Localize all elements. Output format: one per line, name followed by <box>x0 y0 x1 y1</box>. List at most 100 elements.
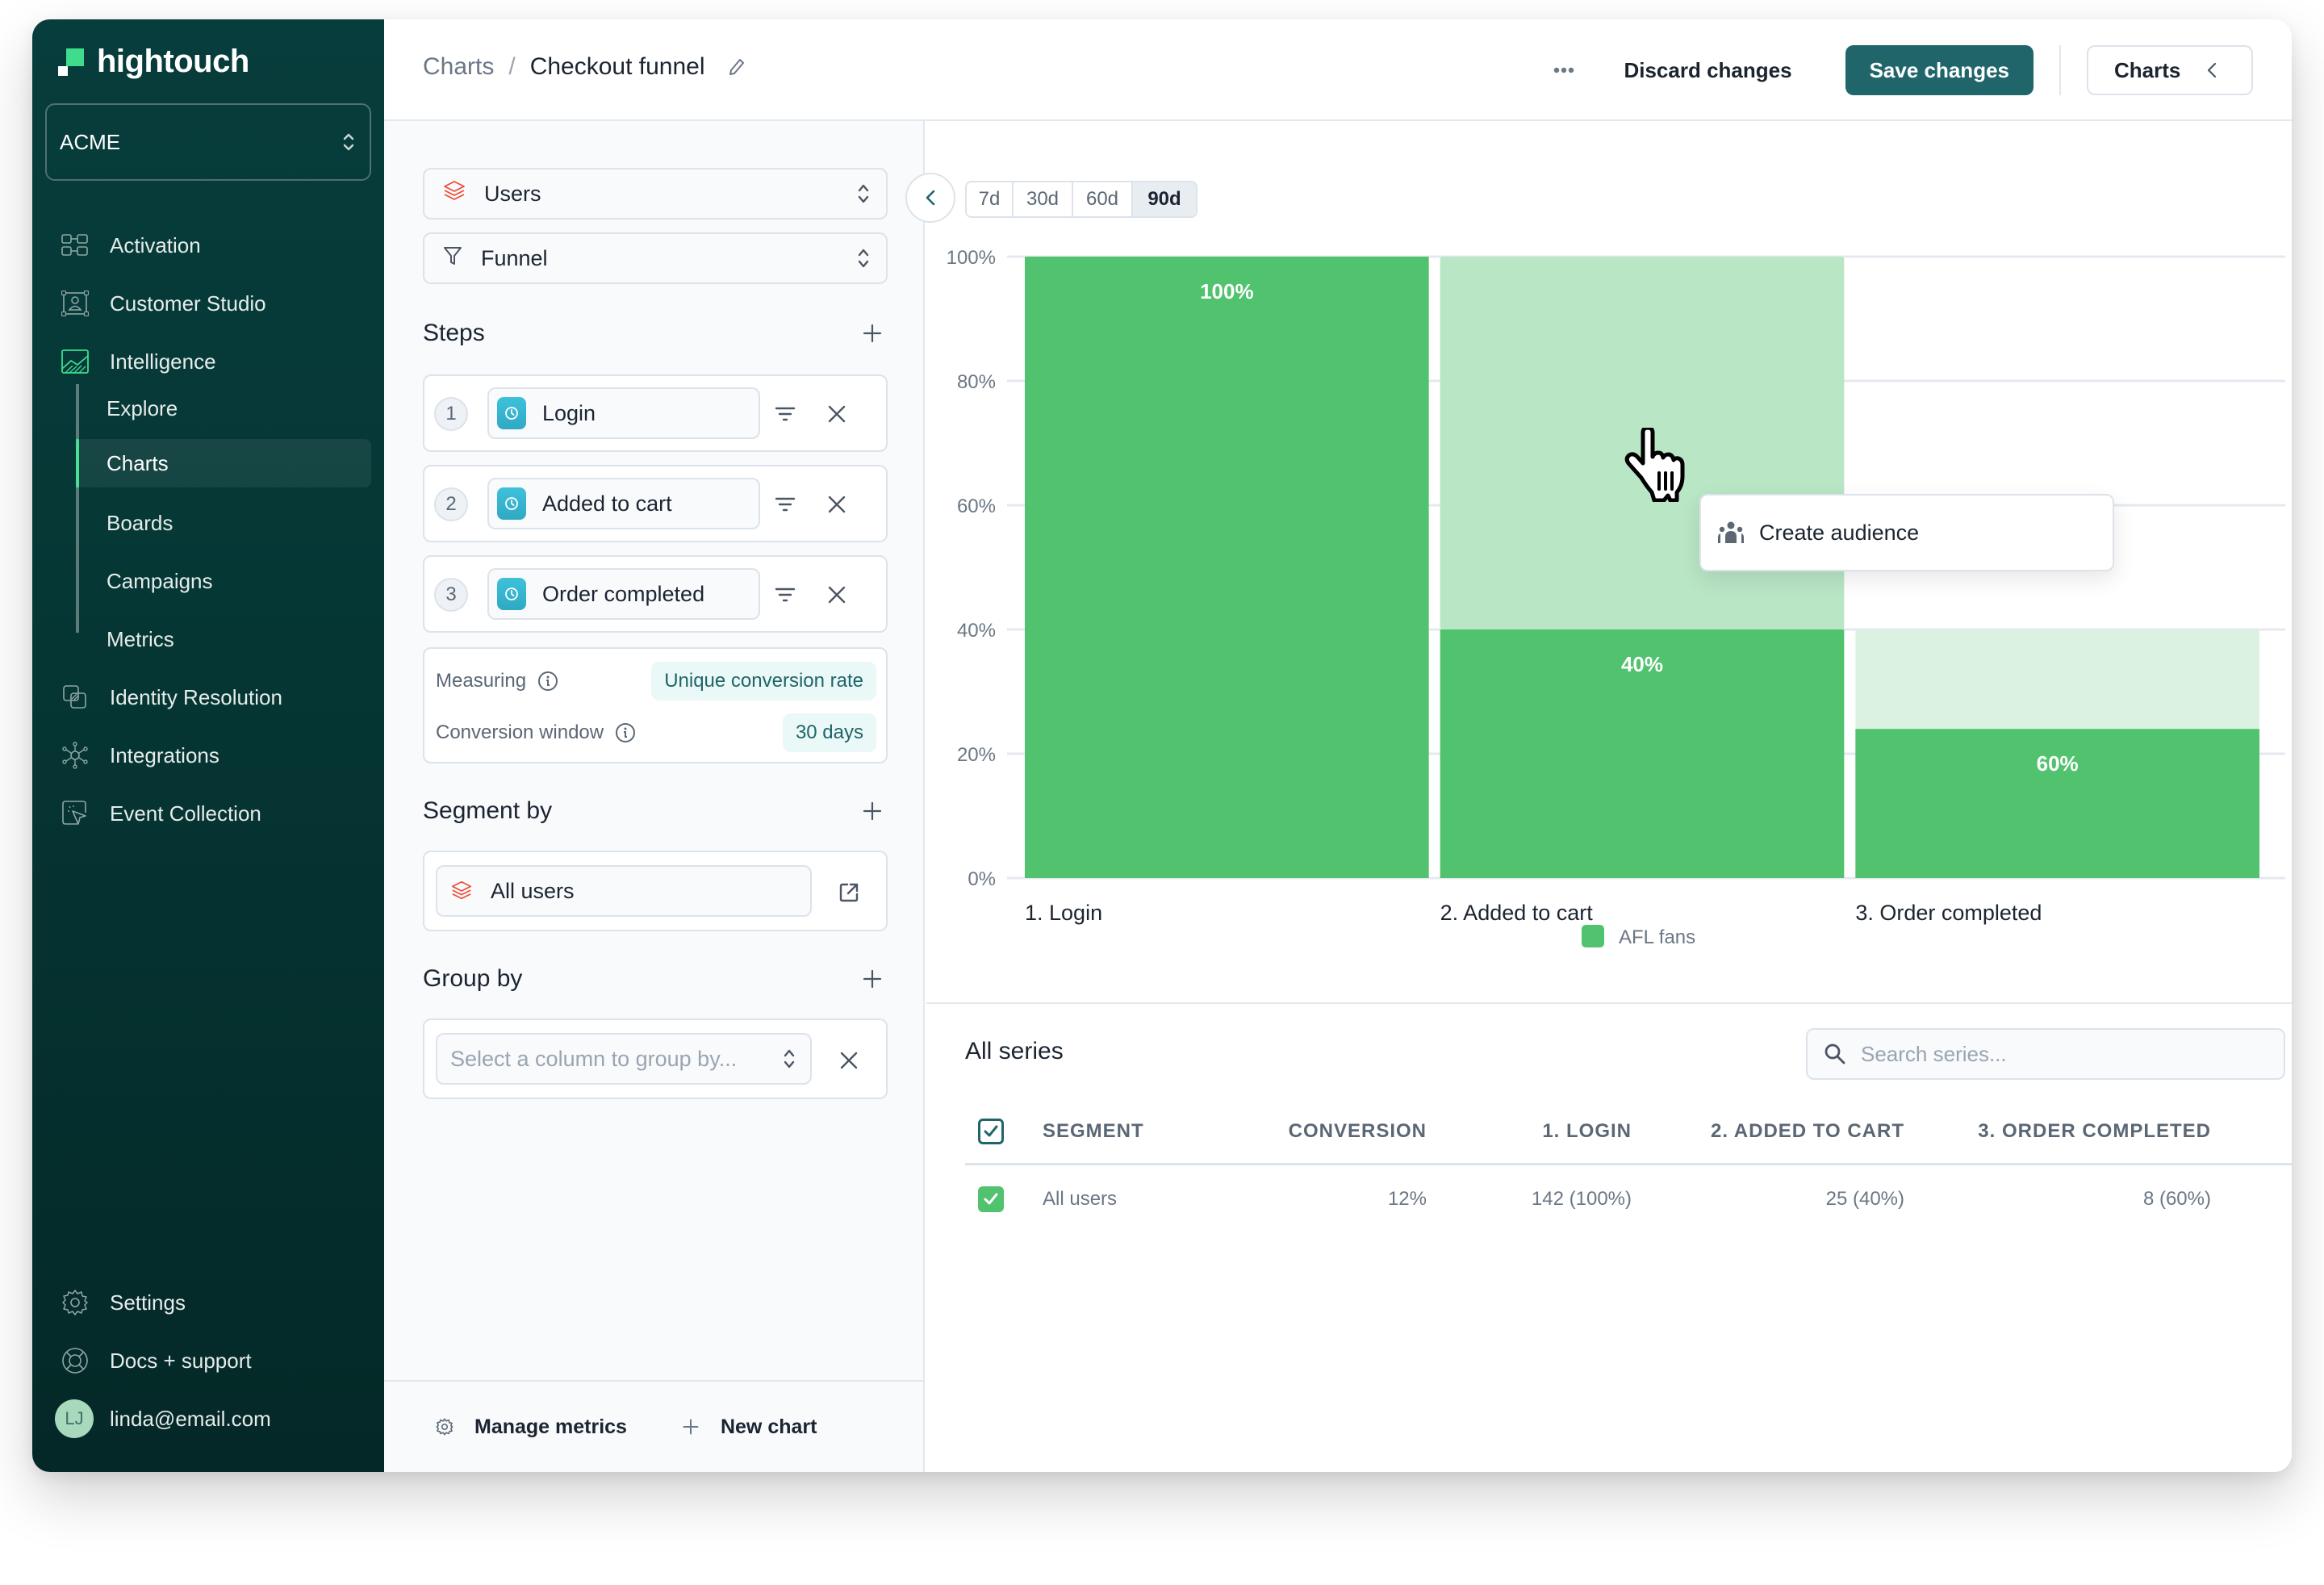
column-conversion[interactable]: CONVERSION <box>1289 1099 1427 1163</box>
measuring-select[interactable]: Unique conversion rate <box>651 662 876 700</box>
cell-login: 142 (100%) <box>1531 1188 1632 1210</box>
close-icon[interactable] <box>823 400 851 428</box>
chart-type-select[interactable]: Funnel <box>423 232 888 284</box>
sidebar-item-docs-support[interactable]: Docs + support <box>45 1336 371 1385</box>
column-added-to-cart[interactable]: 2. ADDED TO CART <box>1711 1099 1904 1163</box>
hightouch-logo-icon <box>58 48 86 76</box>
cell-added-to-cart: 25 (40%) <box>1825 1188 1904 1210</box>
step-event-select[interactable]: Added to cart <box>487 478 760 529</box>
sidebar-item-event-collection[interactable]: Event Collection <box>45 789 371 838</box>
close-icon[interactable] <box>823 491 851 518</box>
sidebar-item-campaigns[interactable]: Campaigns <box>76 557 371 605</box>
plus-icon <box>682 1418 700 1436</box>
check-icon <box>984 1193 998 1205</box>
group-by-select[interactable]: Select a column to group by... <box>436 1033 812 1085</box>
bar-data-label: 40% <box>1621 652 1663 676</box>
column-segment[interactable]: SEGMENT <box>1043 1099 1144 1163</box>
customer-studio-icon <box>61 290 89 317</box>
step-event-select[interactable]: Order completed <box>487 568 760 620</box>
sidebar-item-boards[interactable]: Boards <box>76 499 371 547</box>
sidebar-item-label: Charts <box>107 450 169 475</box>
cell-order-completed: 8 (60%) <box>2142 1188 2211 1210</box>
sidebar-item-explore[interactable]: Explore <box>76 384 371 433</box>
layers-icon <box>450 880 473 902</box>
y-tick-label: 40% <box>957 620 996 642</box>
sidebar-item-activation[interactable]: Activation <box>45 221 371 270</box>
row-checkbox[interactable] <box>978 1186 1004 1212</box>
discard-changes-button[interactable]: Discard changes <box>1624 58 1791 83</box>
step-event-select[interactable]: Login <box>487 387 760 439</box>
collapse-panel-button[interactable] <box>905 173 955 223</box>
sidebar-item-label: Docs + support <box>110 1348 252 1373</box>
charts-panel-toggle[interactable]: Charts <box>2087 45 2253 95</box>
logo[interactable]: hightouch <box>58 44 249 80</box>
info-icon[interactable] <box>537 671 558 692</box>
user-email: linda@email.com <box>110 1406 271 1431</box>
segment-by-heading: Segment by <box>423 797 553 824</box>
sidebar-item-label: Boards <box>107 510 173 535</box>
sidebar-item-label: Activation <box>110 232 201 257</box>
select-all-checkbox[interactable] <box>978 1118 1004 1144</box>
filter-icon[interactable] <box>771 400 799 428</box>
column-order-completed[interactable]: 3. ORDER COMPLETED <box>1978 1099 2211 1163</box>
chevron-up-down-icon <box>857 182 870 205</box>
workspace-switcher[interactable]: ACME <box>45 103 371 181</box>
y-tick-label: 20% <box>957 744 996 766</box>
plus-icon <box>863 324 882 343</box>
chart-type-value: Funnel <box>481 245 548 270</box>
info-icon[interactable] <box>615 722 636 743</box>
model-select[interactable]: Users <box>423 168 888 220</box>
avatar: LJ <box>55 1399 94 1438</box>
search-series-input[interactable] <box>1861 1041 2264 1067</box>
pencil-icon[interactable] <box>728 57 746 77</box>
model-select-value: Users <box>484 181 541 206</box>
sidebar-item-charts[interactable]: Charts <box>76 439 371 487</box>
close-icon[interactable] <box>823 581 851 608</box>
sidebar-item-identity-resolution[interactable]: Identity Resolution <box>45 673 371 721</box>
conversion-window-select[interactable]: 30 days <box>782 713 876 752</box>
filter-icon[interactable] <box>771 491 799 518</box>
breadcrumb-charts-link[interactable]: Charts <box>423 53 494 81</box>
sidebar-item-integrations[interactable]: Integrations <box>45 731 371 780</box>
check-icon <box>984 1125 998 1136</box>
sidebar-item-label: Metrics <box>107 626 174 651</box>
brand-name: hightouch <box>97 44 249 79</box>
event-clock-icon <box>497 397 526 429</box>
funnel-dropoff-bar[interactable] <box>1855 629 2259 730</box>
add-segment-button[interactable] <box>860 799 884 823</box>
sidebar-item-intelligence[interactable]: Intelligence <box>45 337 371 386</box>
create-audience-label: Create audience <box>1759 520 1920 545</box>
sidebar-item-metrics[interactable]: Metrics <box>76 615 371 663</box>
filter-icon[interactable] <box>771 581 799 608</box>
column-login[interactable]: 1. LOGIN <box>1542 1099 1632 1163</box>
manage-metrics-button[interactable]: Manage metrics <box>436 1416 627 1439</box>
save-changes-button[interactable]: Save changes <box>1845 45 2034 95</box>
search-series-field[interactable] <box>1806 1028 2285 1080</box>
close-icon[interactable] <box>834 1046 863 1075</box>
sidebar-item-customer-studio[interactable]: Customer Studio <box>45 279 371 328</box>
bar-data-label: 100% <box>1200 279 1254 303</box>
step-number: 1 <box>434 397 468 431</box>
table-header: SEGMENT CONVERSION 1. LOGIN 2. ADDED TO … <box>965 1099 2292 1165</box>
chevron-left-icon <box>2207 62 2217 78</box>
add-step-button[interactable] <box>860 321 884 345</box>
user-menu[interactable]: LJ linda@email.com <box>45 1395 371 1443</box>
external-link-icon[interactable] <box>834 878 863 907</box>
plus-icon <box>863 969 882 989</box>
add-group-button[interactable] <box>860 967 884 991</box>
segment-value: All users <box>491 878 575 903</box>
chart-context-menu[interactable]: Create audience <box>1699 494 2114 571</box>
activation-icon <box>61 232 89 259</box>
sidebar-item-label: Identity Resolution <box>110 684 282 709</box>
y-tick-label: 100% <box>947 247 996 269</box>
measure-settings: Measuring Unique conversion rate Convers… <box>423 647 888 763</box>
more-options-icon[interactable] <box>1548 67 1580 73</box>
new-chart-button[interactable]: New chart <box>682 1416 817 1439</box>
layers-icon <box>442 179 466 209</box>
page-title: Checkout funnel <box>529 53 705 80</box>
segment-select[interactable]: All users <box>436 865 812 917</box>
funnel-bar[interactable] <box>1025 257 1429 878</box>
funnel-step: 1 Login <box>423 374 888 452</box>
sidebar-item-settings[interactable]: Settings <box>45 1278 371 1327</box>
step-number: 2 <box>434 487 468 521</box>
